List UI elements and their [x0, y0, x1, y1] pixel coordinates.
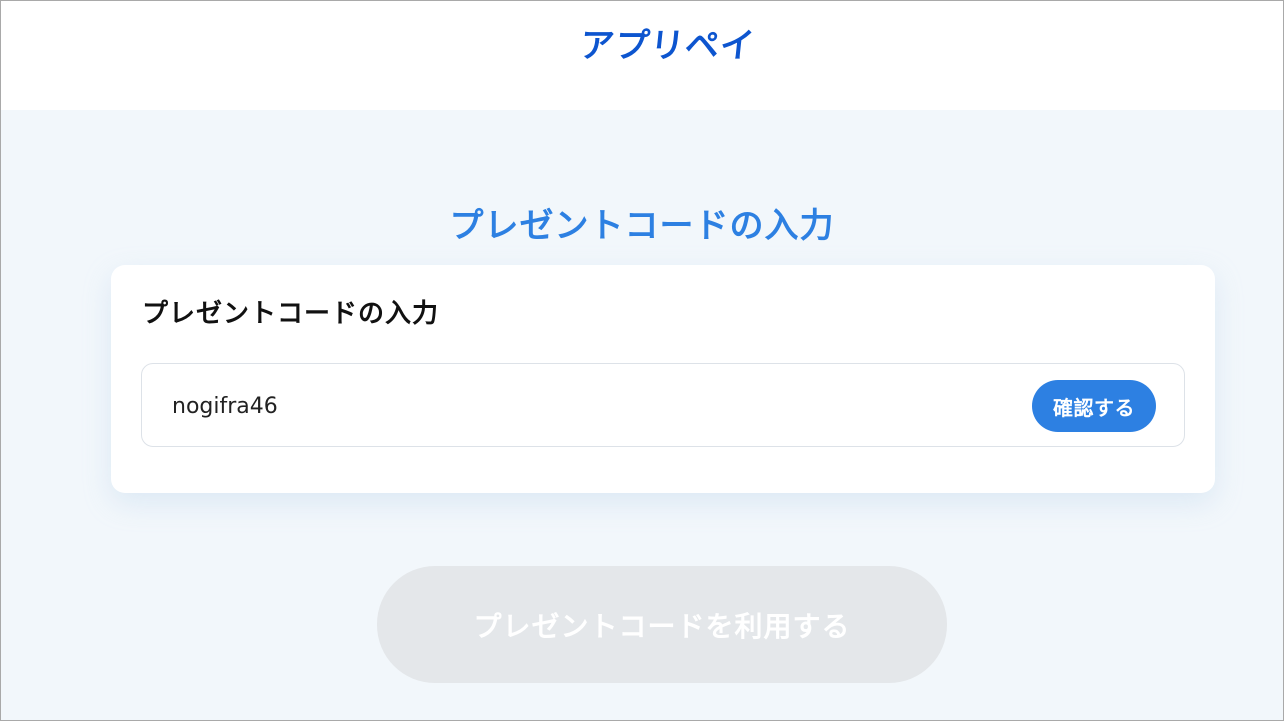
- present-code-field: 確認する: [141, 363, 1185, 447]
- card-title: プレゼントコードの入力: [142, 299, 440, 329]
- app-window: アプリペイ プレゼントコードの入力 プレゼントコードの入力 確認する プレゼント…: [0, 0, 1284, 721]
- page-title: プレゼントコードの入力: [449, 205, 835, 246]
- present-code-input[interactable]: [172, 389, 1012, 423]
- confirm-button[interactable]: 確認する: [1032, 380, 1156, 432]
- present-code-card: プレゼントコードの入力 確認する: [111, 265, 1215, 493]
- app-logo: アプリペイ: [577, 26, 758, 66]
- use-present-code-button[interactable]: プレゼントコードを利用する: [377, 566, 947, 683]
- header: アプリペイ: [1, 1, 1283, 110]
